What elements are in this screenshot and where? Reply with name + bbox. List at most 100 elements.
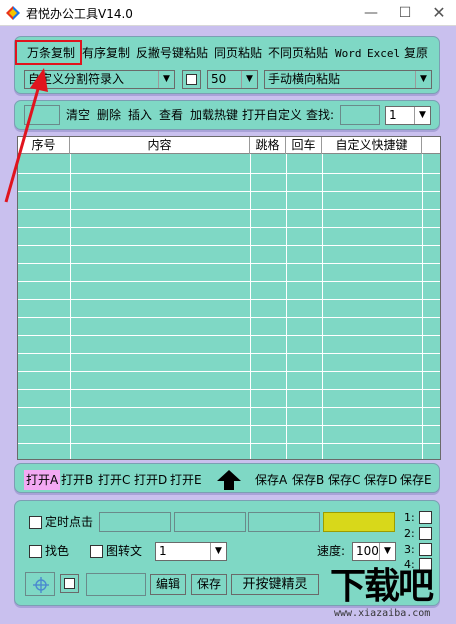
find-color-checkbox[interactable]: [29, 545, 42, 558]
open-c-button[interactable]: 打开C: [98, 471, 130, 489]
table-row: [18, 299, 440, 300]
table-row: [18, 371, 440, 372]
speed-value: 100: [356, 544, 379, 558]
word-button[interactable]: Word: [335, 45, 362, 63]
mode-select[interactable]: 1 ▼: [155, 542, 227, 561]
view-button[interactable]: 查看: [159, 106, 183, 124]
grid-line: [286, 154, 287, 459]
open-e-button[interactable]: 打开E: [170, 471, 202, 489]
edit-button[interactable]: 编辑: [150, 574, 186, 595]
load-hotkey-button[interactable]: 加载热键: [190, 106, 238, 124]
table-header: 序号 内容 跳格 回车 自定义快捷键: [18, 137, 440, 154]
save-b-button[interactable]: 保存B: [292, 471, 324, 489]
table-row: [18, 173, 440, 174]
col-tab[interactable]: 跳格: [250, 137, 286, 154]
picker-checkbox[interactable]: [60, 574, 79, 593]
count-select[interactable]: 50 ▼: [207, 70, 258, 89]
table-row: [18, 425, 440, 426]
open-custom-button[interactable]: 打开自定义: [242, 106, 302, 124]
timed-click-checkbox[interactable]: [29, 516, 42, 529]
save-a-button[interactable]: 保存A: [255, 471, 287, 489]
close-icon[interactable]: ✕: [422, 0, 456, 26]
coord-field[interactable]: [86, 573, 146, 596]
table-row: [18, 443, 440, 444]
genie-button[interactable]: 开按键精灵: [231, 574, 319, 595]
annotation-arrow-icon: [4, 68, 48, 203]
page-value: 1: [389, 108, 397, 122]
diff-page-paste-button[interactable]: 不同页粘贴: [268, 44, 328, 62]
table-row: [18, 191, 440, 192]
color-swatch[interactable]: [323, 512, 395, 532]
table-row: [18, 335, 440, 336]
speed-label: 速度:: [317, 544, 346, 558]
find-color-label: 找色: [45, 544, 70, 558]
save-d-button[interactable]: 保存D: [364, 471, 397, 489]
speed-select[interactable]: 100 ▼: [352, 542, 396, 561]
data-table[interactable]: 序号 内容 跳格 回车 自定义快捷键: [17, 136, 441, 460]
col-filler: [422, 137, 440, 154]
grid-line: [322, 154, 323, 459]
title-bar: 君悦办公工具V14.0 — ☐ ✕: [0, 0, 456, 26]
checkbox-box: [64, 578, 75, 589]
search-label: 查找:: [306, 108, 335, 122]
chevron-down-icon: ▼: [241, 71, 257, 88]
slot-2-label: 2:: [404, 527, 415, 540]
table-row: [18, 263, 440, 264]
slot-3-label: 3:: [404, 543, 415, 556]
grid-line: [70, 154, 71, 459]
table-row: [18, 209, 440, 210]
watermark-logo: 下载吧: [330, 566, 434, 607]
time-field-3[interactable]: [248, 512, 320, 532]
save-e-button[interactable]: 保存E: [400, 471, 432, 489]
clear-button[interactable]: 清空: [66, 106, 90, 124]
same-page-paste-button[interactable]: 同页粘贴: [214, 44, 262, 62]
chevron-down-icon: ▼: [158, 71, 174, 88]
ordered-copy-button[interactable]: 有序复制: [82, 44, 130, 62]
col-shortcut[interactable]: 自定义快捷键: [322, 137, 422, 154]
save-c-button[interactable]: 保存C: [328, 471, 360, 489]
chevron-down-icon: ▼: [210, 543, 226, 560]
restore-button[interactable]: 复原: [404, 44, 428, 62]
minimize-icon[interactable]: —: [354, 0, 388, 26]
watermark: 下载吧 www.xiazaiba.com: [330, 566, 452, 622]
crosshair-icon: [33, 577, 49, 593]
delete-button[interactable]: 删除: [97, 106, 121, 124]
time-field-2[interactable]: [174, 512, 246, 532]
open-b-button[interactable]: 打开B: [61, 471, 93, 489]
time-field-1[interactable]: [99, 512, 171, 532]
paste-mode-value: 手动横向粘贴: [268, 72, 341, 86]
timed-click-label: 定时点击: [45, 515, 94, 529]
grid-line: [422, 154, 423, 459]
col-content[interactable]: 内容: [70, 137, 250, 154]
paste-mode-select[interactable]: 手动横向粘贴 ▼: [264, 70, 432, 89]
search-input[interactable]: [340, 105, 380, 125]
save-button[interactable]: 保存: [191, 574, 227, 595]
watermark-url: www.xiazaiba.com: [334, 608, 431, 619]
count-value: 50: [211, 72, 227, 86]
maximize-icon[interactable]: ☐: [388, 0, 422, 26]
table-row: [18, 389, 440, 390]
chevron-down-icon: ▼: [415, 71, 431, 88]
insert-button[interactable]: 插入: [128, 106, 152, 124]
backtick-paste-button[interactable]: 反撇号键粘贴: [136, 44, 208, 62]
table-row: [18, 407, 440, 408]
slot-3-checkbox[interactable]: [419, 543, 432, 556]
col-enter[interactable]: 回车: [286, 137, 322, 154]
slot-1-checkbox[interactable]: [419, 511, 432, 524]
up-arrow-icon[interactable]: [216, 469, 242, 491]
table-row: [18, 353, 440, 354]
page-select[interactable]: 1 ▼: [385, 106, 431, 125]
chevron-down-icon: ▼: [379, 543, 395, 560]
toolbar-checkbox[interactable]: [182, 70, 201, 89]
crosshair-picker[interactable]: [25, 572, 55, 596]
table-row: [18, 317, 440, 318]
slot-1-label: 1:: [404, 511, 415, 524]
table-row: [18, 281, 440, 282]
table-row: [18, 227, 440, 228]
open-d-button[interactable]: 打开D: [134, 471, 167, 489]
slot-2-checkbox[interactable]: [419, 527, 432, 540]
excel-button[interactable]: Excel: [367, 45, 400, 63]
mode-value: 1: [159, 544, 167, 558]
open-a-button[interactable]: 打开A: [24, 470, 61, 490]
image-to-text-checkbox[interactable]: [90, 545, 103, 558]
